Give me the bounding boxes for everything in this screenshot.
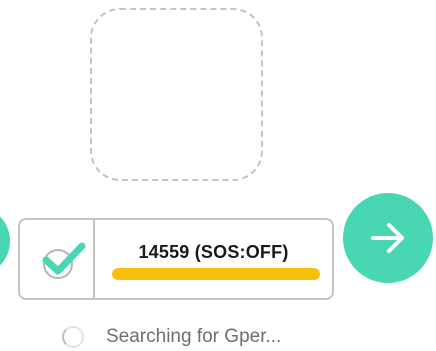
- arrow-right-icon: [371, 223, 404, 253]
- progress-bar: [112, 268, 320, 280]
- check-area[interactable]: [20, 220, 95, 298]
- spinner-icon: [62, 326, 84, 348]
- search-status: Searching for Gper...: [62, 322, 281, 351]
- status-label: 14559 (SOS:OFF): [138, 242, 289, 262]
- app-screen: 14559 (SOS:OFF) Searching for Gper...: [0, 0, 436, 351]
- status-main: 14559 (SOS:OFF): [95, 220, 332, 298]
- photo-placeholder[interactable]: [90, 8, 263, 181]
- previous-button[interactable]: [0, 206, 10, 276]
- search-text: Searching for Gper...: [106, 326, 282, 347]
- checkmark-circle-icon: [42, 242, 86, 279]
- progress-fill: [112, 268, 320, 280]
- next-button[interactable]: [343, 193, 433, 283]
- status-card: 14559 (SOS:OFF): [18, 218, 334, 300]
